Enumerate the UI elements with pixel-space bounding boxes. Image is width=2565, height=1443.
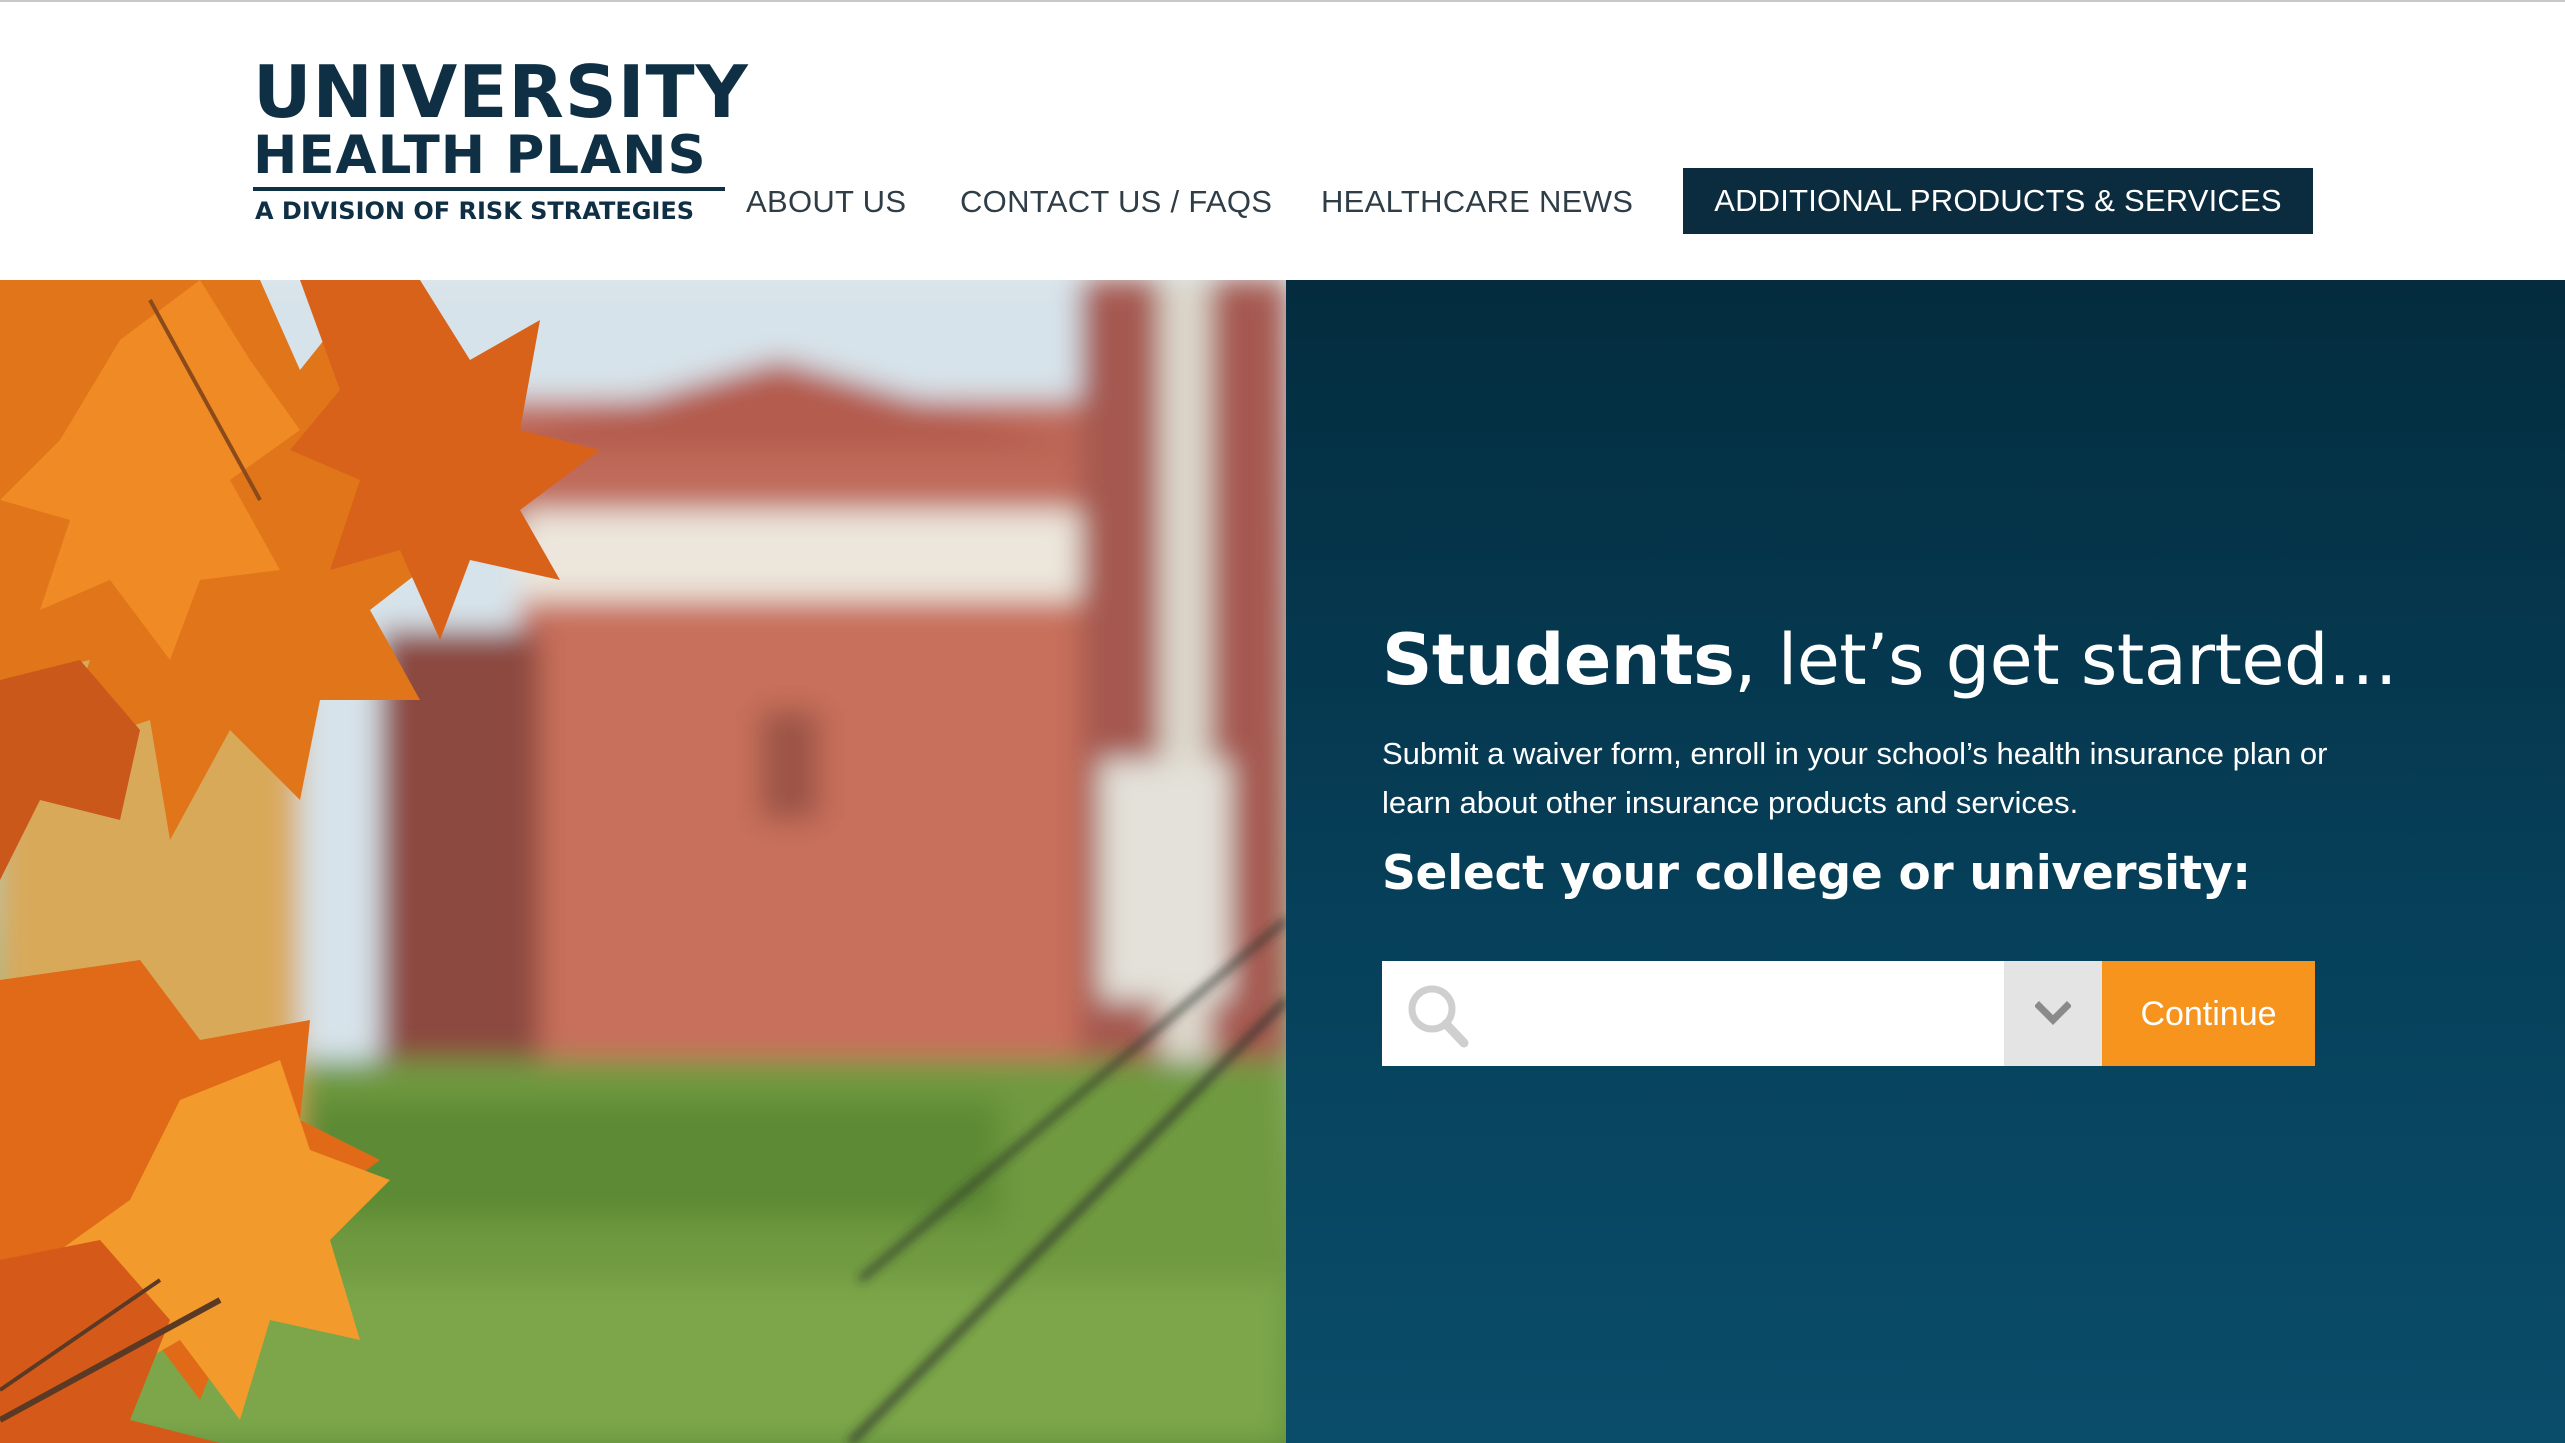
campus-illustration: [0, 280, 1286, 1443]
nav-additional-products-button[interactable]: ADDITIONAL PRODUCTS & SERVICES: [1683, 168, 2313, 234]
hero-title-strong: Students: [1382, 618, 1735, 701]
hero-title: Students, let’s get started…: [1382, 615, 2398, 705]
nav-about-us[interactable]: ABOUT US: [746, 182, 906, 222]
hero-panel: Students, let’s get started… Submit a wa…: [1286, 280, 2565, 1443]
college-select-label: Select your college or university:: [1382, 846, 2251, 901]
chevron-down-icon: [2035, 1001, 2071, 1025]
site-header: UNIVERSITY HEALTH PLANS A DIVISION OF RI…: [0, 2, 2565, 280]
continue-button[interactable]: Continue: [2102, 961, 2315, 1066]
nav-contact-faqs[interactable]: CONTACT US / FAQS: [960, 182, 1272, 222]
college-search-input[interactable]: [1492, 979, 1986, 1051]
college-dropdown-toggle[interactable]: [2004, 961, 2102, 1066]
hero-title-rest: , let’s get started…: [1734, 618, 2398, 701]
main-nav: ABOUT US CONTACT US / FAQS HEALTHCARE NE…: [0, 2, 2565, 280]
hero-description: Submit a waiver form, enroll in your sch…: [1382, 736, 2328, 820]
nav-healthcare-news[interactable]: HEALTHCARE NEWS: [1321, 182, 1633, 222]
hero-campus-photo: [0, 280, 1286, 1443]
search-icon: [1408, 985, 1469, 1048]
college-search-box[interactable]: [1382, 961, 2004, 1066]
